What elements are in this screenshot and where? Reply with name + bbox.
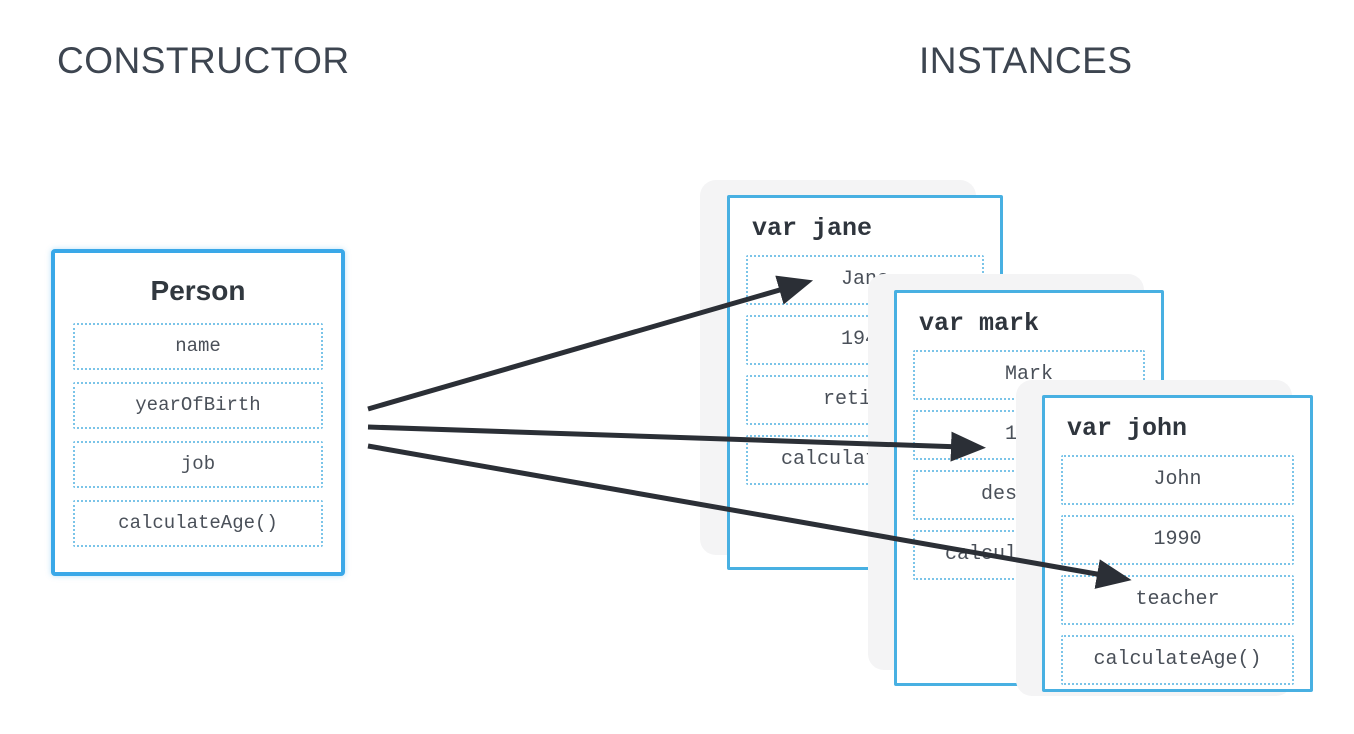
constructor-title: Person	[150, 275, 246, 306]
instances-section-title: INSTANCES	[919, 40, 1133, 81]
instance-property-list-john: John 1990 teacher calculateAge()	[1045, 455, 1310, 685]
constructor-section-title: CONSTRUCTOR	[57, 40, 350, 81]
diagram-canvas: CONSTRUCTOR INSTANCES Person name yearOf…	[0, 0, 1354, 734]
instance-property-row: John	[1061, 455, 1294, 505]
instance-card-john: var john John 1990 teacher calculateAge(…	[1042, 395, 1313, 692]
constructor-property-row: calculateAge()	[73, 500, 323, 547]
instance-property-row: calculateAge()	[1061, 635, 1294, 685]
instance-title-john: var john	[1067, 414, 1188, 443]
instance-title-jane: var jane	[752, 214, 873, 243]
instance-property-row: teacher	[1061, 575, 1294, 625]
instance-title-mark: var mark	[919, 309, 1040, 338]
constructor-property-list: name yearOfBirth job calculateAge()	[55, 323, 341, 547]
constructor-person-box: Person name yearOfBirth job calculateAge…	[51, 249, 345, 576]
instance-property-row: 1990	[1061, 515, 1294, 565]
constructor-property-row: name	[73, 323, 323, 370]
constructor-property-row: yearOfBirth	[73, 382, 323, 429]
constructor-property-row: job	[73, 441, 323, 488]
